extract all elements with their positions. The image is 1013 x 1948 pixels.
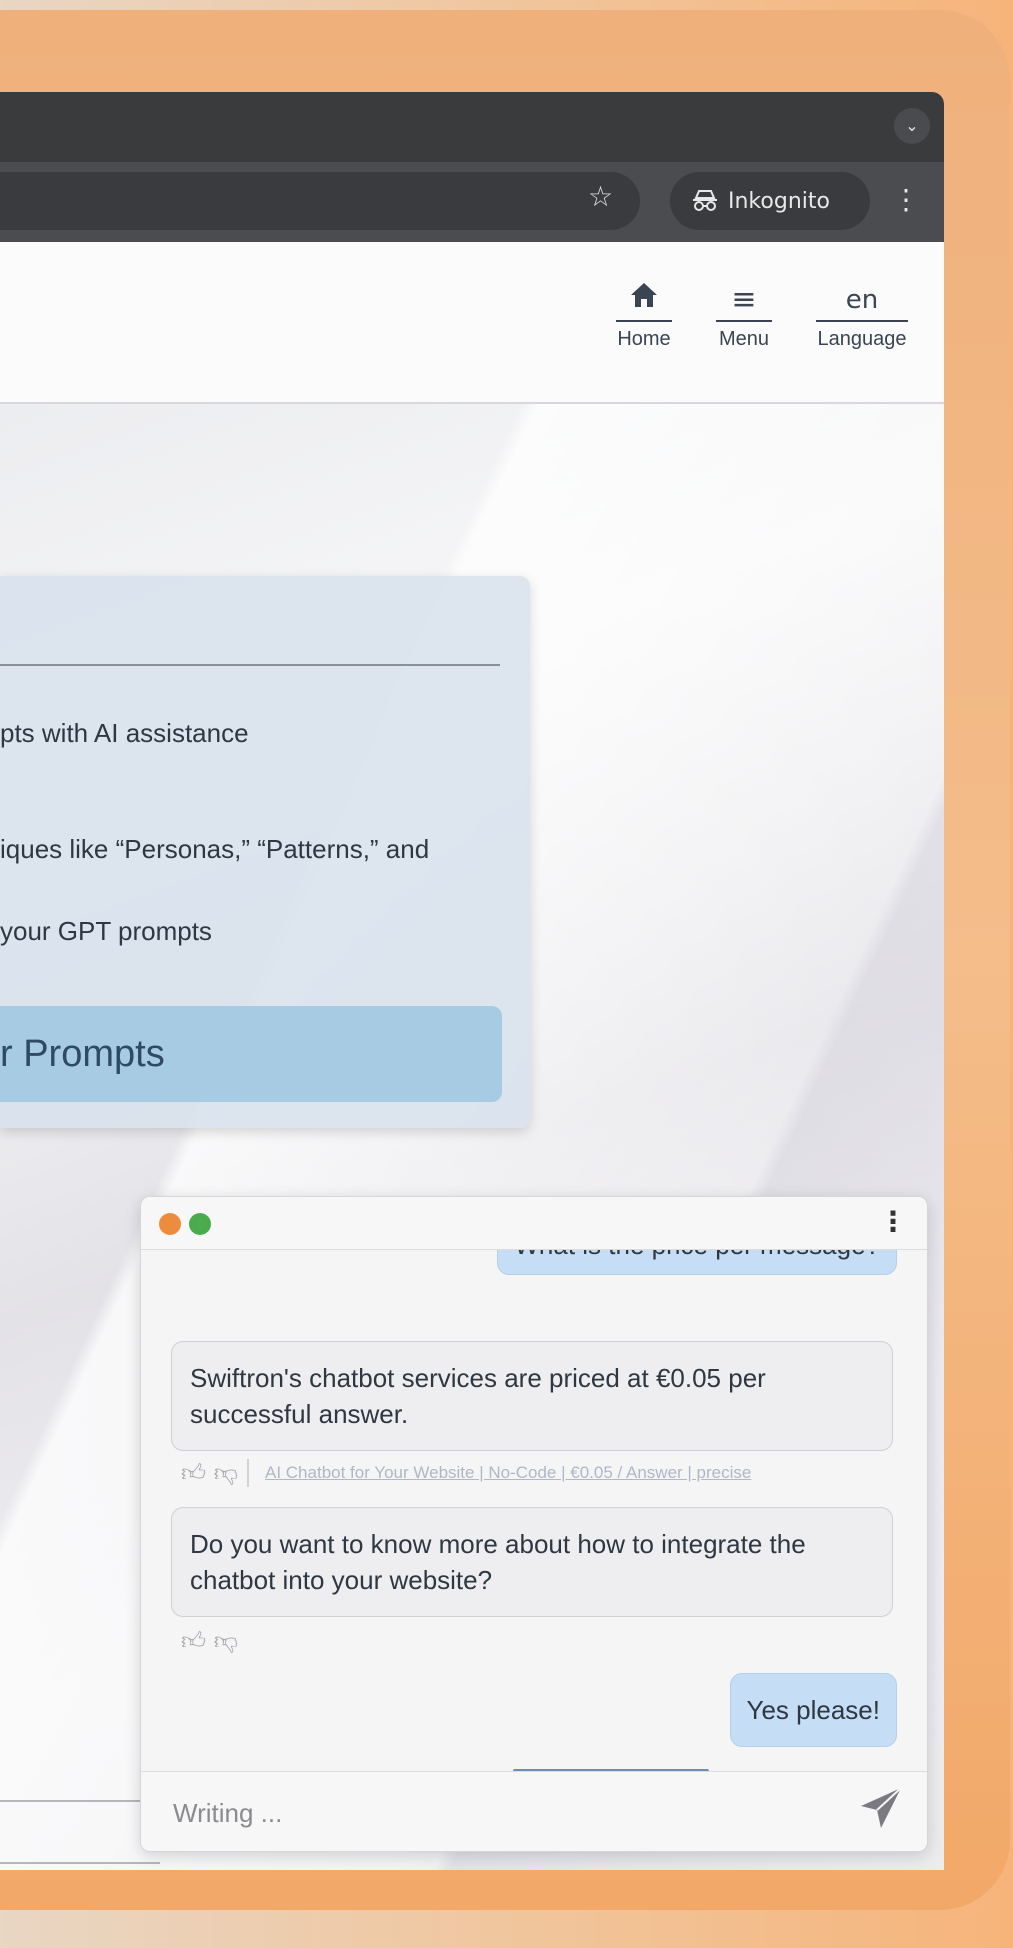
- chat-header: ⋮: [141, 1197, 927, 1250]
- thumbs-up-icon[interactable]: 👍︎: [181, 1459, 206, 1487]
- user-message: Yes please!: [729, 1673, 897, 1747]
- kebab-icon[interactable]: ⋮: [892, 178, 920, 222]
- nav-home[interactable]: Home: [616, 280, 672, 351]
- chat-input[interactable]: [171, 1792, 815, 1834]
- feature-card: pts with AI assistance iques like “Perso…: [0, 576, 530, 1128]
- address-bar[interactable]: [0, 172, 640, 230]
- send-icon[interactable]: [859, 1786, 903, 1834]
- home-icon: [616, 280, 672, 322]
- browser-toolbar: ☆ Inkognito ⋮: [0, 162, 944, 242]
- language-code: en: [816, 280, 908, 322]
- chat-input-bar: [141, 1771, 927, 1851]
- prompts-button[interactable]: r Prompts: [0, 1006, 502, 1102]
- feedback-separator: [247, 1459, 249, 1487]
- tab-dropdown-icon[interactable]: ⌄: [894, 108, 930, 144]
- feature-line-3: your GPT prompts: [0, 916, 212, 946]
- feature-line-2: iques like “Personas,” “Patterns,” and: [0, 834, 430, 864]
- feedback-row: 👍︎ 👎︎: [181, 1459, 238, 1488]
- thumbs-down-icon[interactable]: 👎︎: [214, 1627, 238, 1655]
- incognito-icon: [693, 190, 717, 211]
- thumbs-up-icon[interactable]: 👍︎: [181, 1627, 206, 1655]
- nav-language-label: Language: [817, 328, 907, 350]
- bot-message: Swiftron's chatbot services are priced a…: [171, 1341, 893, 1451]
- incognito-label: Inkognito: [728, 188, 830, 214]
- chat-options-icon[interactable]: ⋮: [879, 1205, 907, 1238]
- feature-line-1: pts with AI assistance: [0, 718, 249, 748]
- card-divider: [0, 664, 500, 666]
- thumbs-down-icon[interactable]: 👎︎: [214, 1459, 238, 1487]
- hamburger-icon: ≡: [716, 280, 772, 322]
- tab-strip: ⌄: [0, 92, 944, 162]
- window-dot-green[interactable]: [189, 1213, 211, 1235]
- window-dot-orange[interactable]: [159, 1213, 181, 1235]
- bot-message: Do you want to know more about how to in…: [171, 1507, 893, 1617]
- background-divider: [0, 1800, 160, 1802]
- background-divider: [0, 1862, 160, 1864]
- incognito-button[interactable]: Inkognito: [670, 172, 870, 230]
- chat-widget: ⋮ What is the price per message? Swiftro…: [140, 1196, 928, 1852]
- nav-menu[interactable]: ≡ Menu: [716, 280, 772, 351]
- nav-language[interactable]: en Language: [816, 280, 908, 351]
- nav-home-label: Home: [617, 328, 671, 350]
- site-nav: Home ≡ Menu en Language: [0, 242, 944, 404]
- star-icon[interactable]: ☆: [588, 180, 613, 213]
- nav-menu-label: Menu: [718, 328, 770, 350]
- feedback-row: 👍︎ 👎︎: [181, 1627, 238, 1656]
- source-link[interactable]: AI Chatbot for Your Website | No-Code | …: [265, 1463, 751, 1483]
